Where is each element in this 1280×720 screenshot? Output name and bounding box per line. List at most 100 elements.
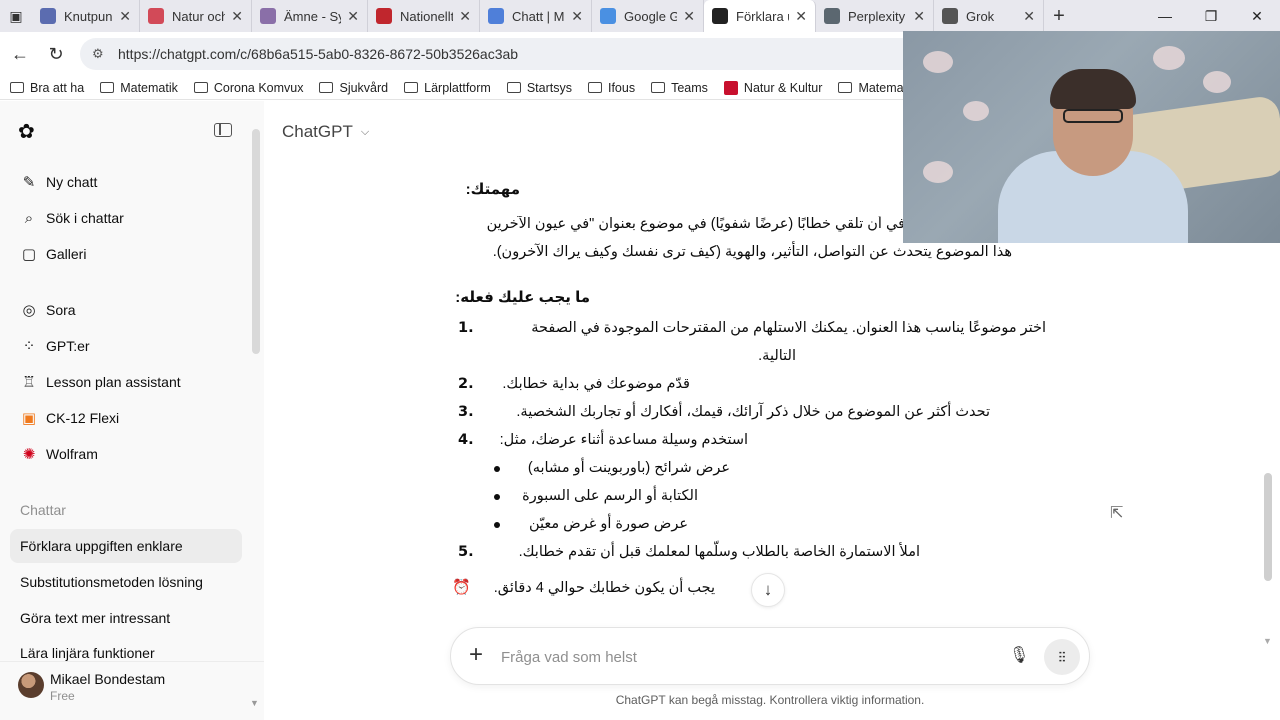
main-scrollbar[interactable] (1264, 473, 1272, 581)
webcam-person-glasses (1063, 109, 1123, 123)
bookmark-label: Corona Komvux (213, 80, 304, 95)
bookmark-item[interactable]: Teams (651, 81, 708, 95)
tab-title: Grok (966, 8, 995, 24)
browser-tab-bar: ▣ Knutpunk✕Natur och✕Ämne - Sy✕Nationell… (0, 0, 1280, 32)
lesson-plan-assistant-icon: ♖ (22, 374, 36, 391)
site-info-icon[interactable]: ⚙ (92, 46, 108, 62)
sidebar-item-wolfram[interactable]: ✺ Wolfram (10, 437, 242, 471)
bookmark-item[interactable]: Lärplattform (404, 81, 491, 95)
bookmark-label: Bra att ha (30, 80, 85, 95)
step-number: 4. (458, 432, 474, 448)
sidebar-scroll-down-icon[interactable]: ▼ (250, 698, 259, 708)
scroll-to-bottom-button[interactable]: ↓ (751, 573, 785, 607)
prompt-input[interactable] (501, 644, 981, 670)
bookmark-item[interactable]: Matemat (838, 81, 907, 95)
sidebar-item-sora[interactable]: ◎ Sora (10, 293, 242, 327)
tab-title: Natur och (172, 8, 226, 24)
tab-title: Google G (624, 8, 678, 24)
voice-mode-button[interactable]: ⫶⫶ (1044, 639, 1080, 675)
folder-icon (319, 82, 334, 93)
add-attachment-icon[interactable]: + (469, 642, 483, 668)
composer: + 🎙 ⫶⫶ (450, 627, 1090, 685)
step-number: 3. (458, 404, 474, 420)
restore-icon[interactable]: ❐ (1188, 0, 1234, 32)
model-selector[interactable]: ChatGPT ⌵ (282, 122, 369, 142)
browser-tab[interactable]: Nationellt ✕ (368, 0, 480, 32)
bookmark-item[interactable]: Bra att ha (10, 81, 84, 95)
close-tab-icon[interactable]: ✕ (1023, 8, 1035, 25)
heading-todo: ما يجب عليك فعله: (455, 289, 590, 306)
sidebar-toggle-icon[interactable] (214, 123, 232, 137)
sidebar-item-search[interactable]: ⌕ Sök i chattar (10, 201, 242, 235)
bookmark-item[interactable]: Ifous (587, 81, 635, 95)
close-tab-icon[interactable]: ✕ (347, 8, 359, 25)
bookmark-item[interactable]: Corona Komvux (193, 80, 304, 95)
url-field[interactable]: ⚙ https://chatgpt.com/c/68b6a515-5ab0-83… (80, 38, 960, 70)
microphone-icon[interactable]: 🎙 (1009, 645, 1029, 665)
sidebar-item-label: Wolfram (46, 446, 98, 462)
tab-favicon-icon (148, 8, 164, 24)
close-tab-icon[interactable]: ✕ (795, 8, 807, 25)
chat-history-item[interactable]: Lära linjära funktioner (10, 637, 242, 661)
chat-history-item[interactable]: Förklara uppgiften enklare (10, 529, 242, 563)
close-tab-icon[interactable]: ✕ (231, 8, 243, 25)
minimize-icon[interactable]: — (1142, 0, 1188, 32)
ck12-flexi-icon: ▣ (21, 410, 37, 427)
step-1-line-1: اختر موضوعًا يناسب هذا العنوان. يمكنك ال… (531, 320, 1046, 336)
new-tab-button[interactable]: + (1044, 5, 1074, 28)
browser-tab[interactable]: Grok ✕ (934, 0, 1044, 32)
close-window-icon[interactable]: ✕ (1234, 0, 1280, 32)
user-menu[interactable]: Mikael Bondestam Free (0, 661, 264, 720)
chat-history-item[interactable]: Substitutionsmetoden lösning (10, 565, 242, 599)
folder-icon (838, 82, 853, 93)
browser-tab[interactable]: Ämne - Sy ✕ (252, 0, 368, 32)
sidebar-item-ck12-flexi[interactable]: ▣ CK-12 Flexi (10, 401, 242, 435)
tab-title: Ämne - Sy (284, 8, 342, 24)
close-tab-icon[interactable]: ✕ (119, 8, 131, 25)
gpts-icon: ⁘ (22, 338, 36, 355)
step-number: 2. (458, 376, 474, 392)
tab-title: Förklara u (736, 8, 790, 24)
browser-tab[interactable]: Chatt | M ✕ (480, 0, 592, 32)
reload-button[interactable]: ↻ (38, 36, 74, 72)
bookmark-item[interactable]: Matematik (100, 81, 178, 95)
wallpaper-flower (963, 101, 989, 121)
back-button[interactable]: ← (2, 36, 38, 72)
step-4-text: استخدم وسيلة مساعدة أثناء عرضك، مثل: (499, 432, 748, 448)
webcam-overlay (903, 31, 1280, 243)
bookmark-item[interactable]: Startsys (506, 81, 572, 95)
bookmark-item[interactable]: Natur & Kultur (723, 80, 822, 95)
browser-tab[interactable]: Förklara u ✕ (704, 0, 816, 32)
sidebar-item-gallery[interactable]: ▢ Galleri (10, 237, 242, 271)
time-note: يجب أن يكون خطابك حوالي 4 دقائق. (493, 580, 715, 596)
sub-item-1: عرض شرائح (باوربوينت أو مشابه) (527, 460, 730, 476)
browser-tab[interactable]: Perplexity ✕ (816, 0, 934, 32)
step-number: 1. (458, 320, 474, 336)
tab-title: Perplexity (848, 8, 906, 24)
sidebar-scrollbar[interactable] (252, 129, 260, 354)
url-text: https://chatgpt.com/c/68b6a515-5ab0-8326… (118, 46, 519, 62)
bookmark-label: Teams (671, 80, 708, 95)
waveform-icon: ⫶⫶ (1058, 648, 1066, 665)
wallpaper-flower (923, 161, 953, 183)
model-label: ChatGPT (282, 122, 353, 141)
close-tab-icon[interactable]: ✕ (571, 8, 583, 25)
bookmark-item[interactable]: Sjukvård (319, 81, 388, 95)
wallpaper-flower (1153, 46, 1185, 70)
sidebar-item-gpts[interactable]: ⁘ GPT:er (10, 329, 242, 363)
close-tab-icon[interactable]: ✕ (913, 8, 925, 25)
step-number: 5. (458, 544, 474, 560)
sidebar-item-new-chat[interactable]: ✎ Ny chatt (10, 165, 242, 199)
close-tab-icon[interactable]: ✕ (459, 8, 471, 25)
tab-title: Knutpunk (64, 8, 113, 24)
openai-logo-icon[interactable]: ✿ (18, 119, 42, 143)
browser-tab[interactable]: Knutpunk ✕ (32, 0, 140, 32)
browser-tab[interactable]: Google G ✕ (592, 0, 704, 32)
main-scroll-down-icon[interactable]: ▼ (1263, 636, 1272, 646)
user-plan: Free (50, 689, 75, 703)
chat-history-item[interactable]: Göra text mer intressant (10, 601, 242, 635)
sidebar-item-lesson-plan-assistant[interactable]: ♖ Lesson plan assistant (10, 365, 242, 399)
tab-actions-icon[interactable]: ▣ (0, 0, 32, 32)
close-tab-icon[interactable]: ✕ (683, 8, 695, 25)
browser-tab[interactable]: Natur och ✕ (140, 0, 252, 32)
